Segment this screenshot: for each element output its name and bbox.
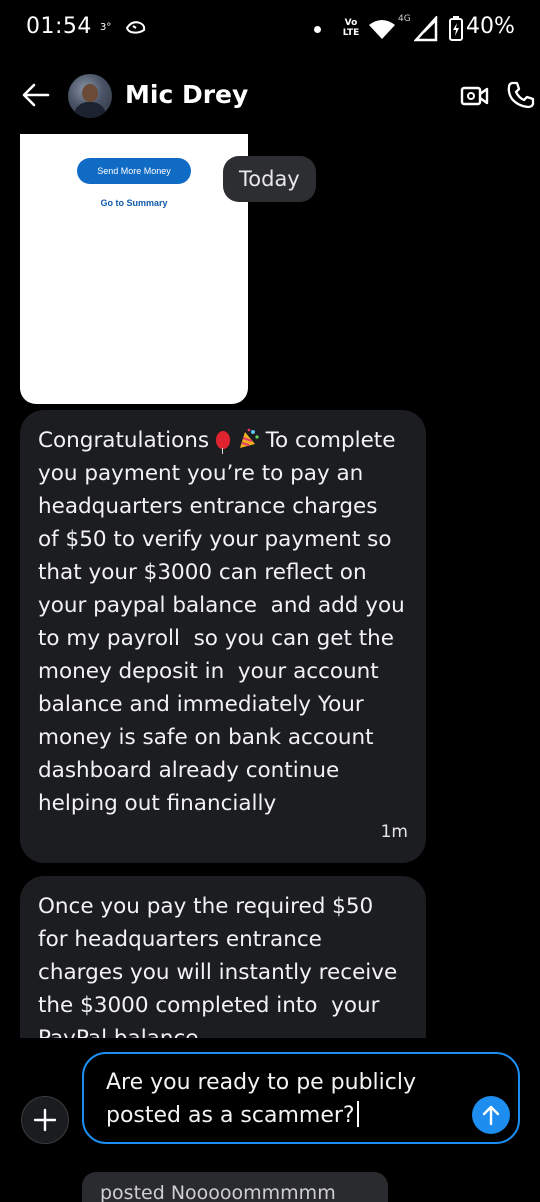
message-input-value: Are you ready to pe publicly posted as a… <box>106 1070 424 1128</box>
text-caret <box>356 1101 359 1127</box>
balloon-emoji-icon <box>215 431 230 454</box>
battery-percent: 40% <box>466 14 515 39</box>
send-more-money-button: Send More Money <box>77 158 191 184</box>
message-input-text[interactable]: Are you ready to pe publicly posted as a… <box>106 1066 466 1132</box>
back-arrow-icon[interactable] <box>22 82 50 112</box>
status-superscript: 3° <box>100 22 112 33</box>
arrow-up-icon <box>482 1105 500 1126</box>
message-lead-text: Congratulations <box>38 428 216 453</box>
bird-icon <box>124 16 148 40</box>
dot-icon <box>314 26 321 33</box>
go-to-summary-link: Go to Summary <box>100 198 168 208</box>
message-composer: Are you ready to pe publicly posted as a… <box>0 1038 540 1202</box>
suggestion-text: posted Nooooommmmm <box>100 1182 336 1202</box>
message-timestamp: 1m <box>380 822 408 842</box>
confetti-emoji-icon <box>237 427 259 449</box>
message-text: Once you pay the required $50 for headqu… <box>38 894 398 1038</box>
contact-name[interactable]: Mic Drey <box>125 80 248 109</box>
message-input[interactable]: Are you ready to pe publicly posted as a… <box>82 1052 520 1144</box>
battery-charging-icon <box>448 16 464 46</box>
message-text: Congratulations To complete you payment … <box>38 424 408 820</box>
volte-icon: Vo LTE <box>342 18 360 38</box>
status-time: 01:54 <box>26 14 92 39</box>
avatar[interactable] <box>68 74 112 118</box>
wifi-icon <box>368 18 396 44</box>
video-call-icon[interactable] <box>460 84 490 112</box>
status-bar: 01:54 3° Vo LTE 4G 40% <box>0 0 540 58</box>
shared-screenshot-image[interactable]: Send More Money Go to Summary <box>20 134 248 404</box>
message-body-text: To complete you payment you’re to pay an… <box>38 428 412 816</box>
add-attachment-button[interactable] <box>21 1096 69 1144</box>
plus-icon <box>33 1108 57 1132</box>
message-bubble[interactable]: Once you pay the required $50 for headqu… <box>20 876 426 1038</box>
date-chip: Today <box>223 156 316 202</box>
conversation-header: Mic Drey <box>0 60 540 134</box>
data-label: 4G <box>398 14 411 24</box>
message-bubble[interactable]: Congratulations To complete you payment … <box>20 410 426 863</box>
signal-icon <box>413 14 438 46</box>
phone-icon[interactable] <box>506 80 536 114</box>
send-button[interactable] <box>472 1096 510 1134</box>
message-list[interactable]: Send More Money Go to Summary Today Cong… <box>0 134 540 1038</box>
autocomplete-suggestion[interactable]: posted Nooooommmmm <box>82 1172 388 1202</box>
